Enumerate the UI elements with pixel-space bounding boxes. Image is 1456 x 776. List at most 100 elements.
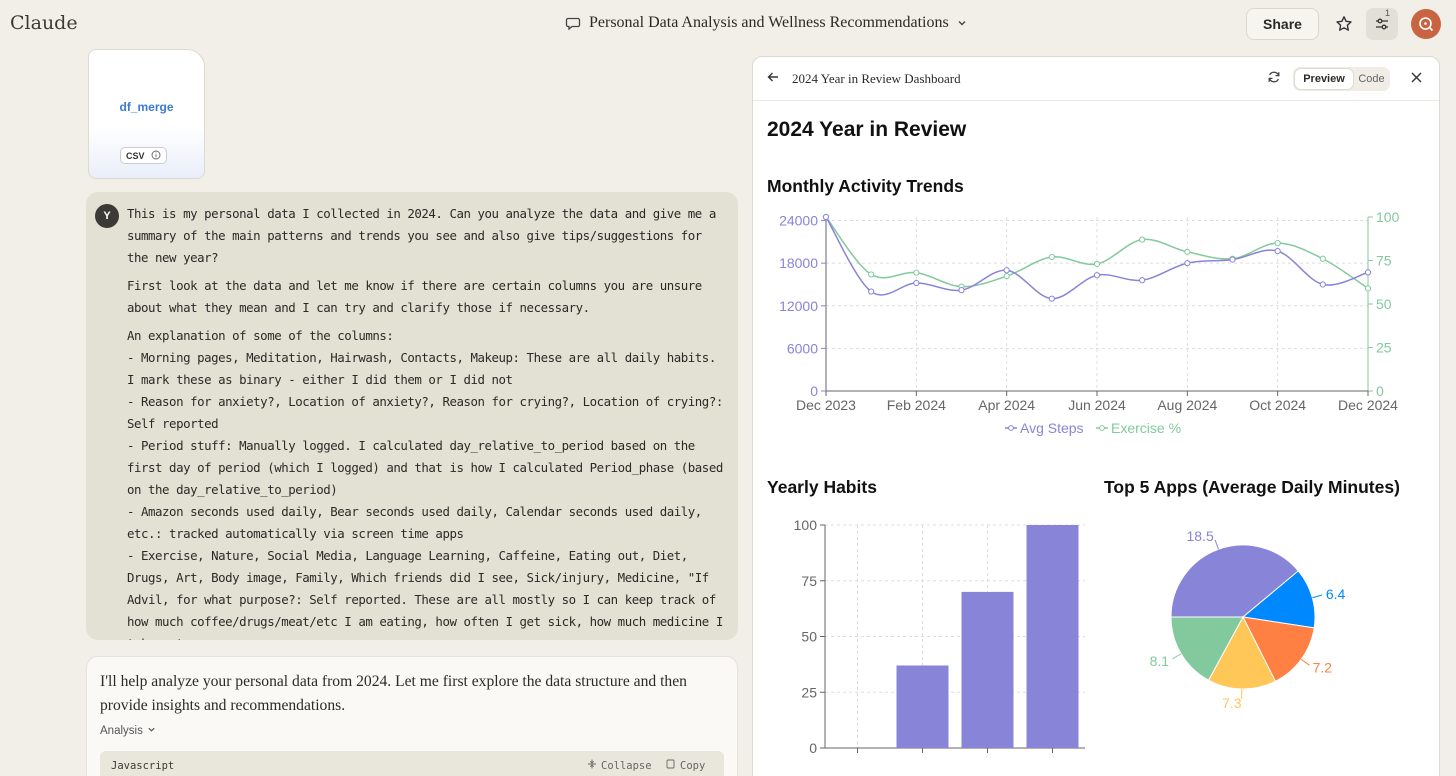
sliders-icon[interactable]: 1	[1366, 8, 1398, 40]
steps-point	[958, 287, 965, 294]
pie-label-line	[1300, 658, 1310, 666]
chat-icon	[565, 15, 581, 31]
app-logo[interactable]: Claude	[10, 12, 78, 34]
steps-point	[1184, 260, 1191, 267]
artifact-title: 2024 Year in Review Dashboard	[792, 71, 961, 86]
x-tick-label: Dec 2024	[1338, 397, 1398, 413]
y-tick-label: 75	[801, 573, 817, 589]
exercise-point	[1319, 255, 1326, 262]
user-message-avatar: Y	[95, 204, 119, 228]
habit-bar	[1026, 525, 1079, 748]
code-language-label: Javascript	[111, 760, 175, 772]
steps-point	[1364, 269, 1372, 276]
steps-point	[1003, 267, 1010, 274]
code-tab[interactable]: Code	[1355, 69, 1388, 89]
settings-count-badge: 1	[1385, 8, 1391, 18]
x-tick-label: Apr 2024	[978, 397, 1035, 413]
x-tick-label: Oct 2024	[1249, 397, 1306, 413]
star-icon[interactable]	[1329, 9, 1359, 39]
dashboard-title: 2024 Year in Review	[767, 118, 967, 141]
collapse-label: Collapse	[601, 759, 652, 772]
activity-section-title: Monthly Activity Trends	[767, 176, 964, 196]
exercise-point	[1364, 285, 1372, 292]
x-tick-label: Jun 2024	[1068, 397, 1126, 413]
y-tick-label: 100	[794, 517, 818, 533]
exercise-point	[1184, 248, 1191, 255]
back-arrow-icon[interactable]	[766, 70, 780, 89]
pie-value-label: 6.4	[1326, 586, 1346, 602]
habits-bar-chart: 0255075100Morning PagesExerciseNatureCom…	[794, 517, 1085, 753]
x-tick-label: Feb 2024	[887, 397, 946, 413]
habit-bar	[961, 591, 1014, 748]
legend-label: Avg Steps	[1020, 420, 1084, 436]
steps-point	[1229, 256, 1236, 263]
steps-point	[822, 213, 830, 221]
y-tick-label: 0	[809, 740, 817, 753]
analysis-label: Analysis	[100, 725, 143, 737]
view-toggle: Preview Code	[1293, 67, 1390, 91]
steps-point	[1048, 295, 1055, 302]
info-icon[interactable]	[151, 150, 161, 162]
y-tick-label: 50	[801, 629, 817, 645]
copy-button[interactable]: Copy	[666, 759, 705, 772]
y-tick-label-right: 100	[1376, 209, 1400, 225]
artifact-header: 2024 Year in Review Dashboard Preview Co…	[753, 57, 1439, 101]
y-tick-label: 25	[801, 684, 817, 700]
user-avatar-icon[interactable]	[1411, 9, 1441, 39]
close-icon[interactable]	[1410, 71, 1423, 89]
x-tick-label: Dec 2023	[796, 397, 856, 413]
conversation-title: Personal Data Analysis and Wellness Reco…	[589, 14, 949, 31]
exercise-point	[913, 269, 920, 276]
attachment-type-badge: CSV	[120, 147, 167, 164]
apps-pie-chart: 18.56.47.27.38.1Facebook MessengerInstag…	[1150, 528, 1346, 711]
habit-bar	[896, 665, 949, 748]
exercise-point	[1048, 253, 1055, 261]
top-bar: Claude Personal Data Analysis and Wellne…	[0, 0, 1456, 48]
chevron-down-icon	[147, 725, 156, 737]
legend-label: Exercise %	[1111, 420, 1181, 436]
code-block: Javascript Collapse Copy	[100, 751, 724, 776]
y-tick-label-right: 50	[1376, 296, 1392, 312]
pie-label-line	[1172, 653, 1182, 660]
assistant-message: I'll help analyze your personal data fro…	[86, 656, 738, 776]
analysis-toggle[interactable]: Analysis	[100, 725, 156, 737]
apps-section-title: Top 5 Apps (Average Daily Minutes)	[1104, 477, 1400, 497]
activity-line-chart: 060001200018000240000255075100Dec 2023 Fe…	[779, 209, 1400, 436]
exercise-point	[1003, 273, 1010, 280]
conversation-title-button[interactable]: Personal Data Analysis and Wellness Reco…	[565, 14, 967, 32]
user-message: Y This is my personal data I collected i…	[86, 192, 738, 640]
habits-section-title: Yearly Habits	[767, 477, 877, 497]
refresh-icon[interactable]	[1267, 70, 1281, 89]
exercise-point	[868, 271, 875, 278]
exercise-point	[1093, 260, 1101, 268]
y-tick-label-left: 12000	[779, 298, 818, 314]
preview-tab[interactable]: Preview	[1295, 69, 1353, 89]
collapse-button[interactable]: Collapse	[587, 759, 652, 772]
artifact-panel: 2024 Year in Review Dashboard Preview Co…	[752, 56, 1440, 776]
share-button[interactable]: Share	[1246, 8, 1319, 40]
y-tick-label-left: 24000	[779, 213, 818, 229]
attachment-card[interactable]: df_merge CSV	[88, 49, 205, 179]
copy-label: Copy	[680, 759, 706, 772]
pie-value-label: 7.3	[1222, 695, 1242, 711]
steps-point	[913, 279, 920, 287]
pie-value-label: 7.2	[1313, 660, 1333, 676]
user-message-paragraph: An explanation of some of the columns: -…	[127, 328, 723, 640]
steps-point	[1139, 277, 1146, 284]
chevron-down-icon	[957, 18, 967, 28]
pie-value-label: 8.1	[1150, 653, 1170, 669]
y-tick-label-left: 18000	[779, 255, 818, 271]
exercise-point	[1274, 240, 1281, 247]
pie-label-line	[1312, 594, 1323, 599]
user-message-text: This is my personal data I collected in …	[127, 203, 727, 640]
user-message-paragraph: First look at the data and let me know i…	[127, 278, 702, 315]
y-tick-label-right: 25	[1376, 340, 1392, 356]
attachment-name: df_merge	[119, 100, 174, 114]
steps-point	[1319, 281, 1326, 288]
assistant-message-text: I'll help analyze your personal data fro…	[100, 673, 687, 714]
copy-icon	[666, 759, 676, 772]
x-tick-label: Aug 2024	[1157, 397, 1217, 413]
steps-point	[1093, 272, 1101, 279]
exercise-point	[1139, 236, 1146, 243]
collapse-icon	[587, 759, 597, 772]
